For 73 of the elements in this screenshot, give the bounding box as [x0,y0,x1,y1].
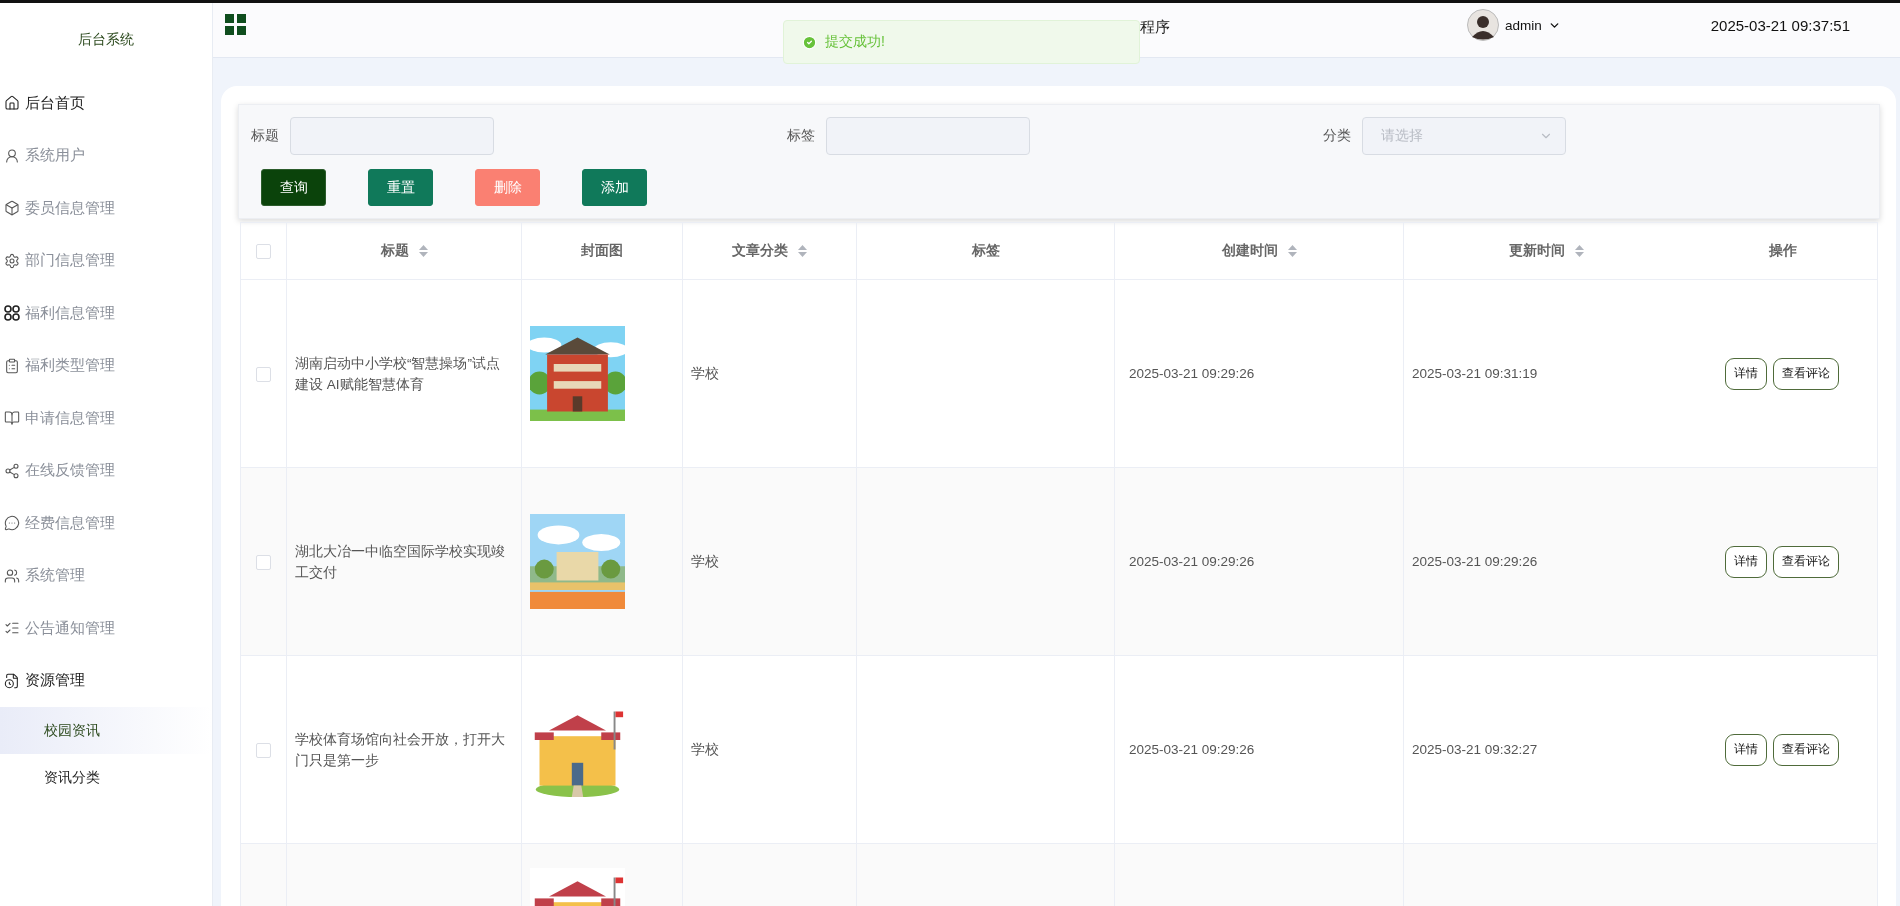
sort-icon[interactable] [418,245,428,257]
field-label: 标题 [251,127,279,145]
table-cell: 2025-03-21 09:32:27 [1412,742,1538,757]
cube-icon [4,200,20,217]
table-cell: 2025-03-21 09:29:26 [1129,742,1255,757]
column-header: 标签 [971,242,1000,260]
row-button[interactable]: 详情 [1725,545,1767,578]
document-icon [4,672,20,689]
toast: 提交成功! [783,20,1140,64]
table-cell: 2025-03-21 09:29:26 [1129,554,1255,569]
sort-icon[interactable] [1287,245,1297,257]
sidebar-item[interactable]: 委员信息管理 [0,182,212,235]
action-button[interactable]: 查询 [261,169,326,206]
users-icon [4,567,20,584]
checkbox[interactable] [256,366,271,382]
table-cell: 湖南启动中小学校“智慧操场”试点建设 AI赋能智慧体育 [295,355,500,392]
sidebar-item[interactable]: 系统用户 [0,129,212,182]
row-button[interactable]: 查看评论 [1773,357,1839,390]
check-icon [802,34,817,50]
table-cell: 2025-03-21 09:29:26 [1129,366,1255,381]
menu-icon[interactable] [225,13,246,35]
sidebar-item[interactable]: 资源管理 [0,654,212,707]
table-cell: 学校 [691,742,719,757]
input-field[interactable] [290,117,494,155]
column-header[interactable]: 文章分类 [732,242,788,260]
sidebar-item[interactable]: 福利信息管理 [0,287,212,340]
sidebar-item[interactable]: 在线反馈管理 [0,444,212,497]
column-header[interactable]: 创建时间 [1221,242,1278,260]
submenu-item[interactable]: 资讯分类 [0,754,212,801]
book-icon [4,410,20,427]
table-cell: 湖北大冶一中临空国际学校实现竣工交付 [295,543,505,580]
settings-icon [4,252,20,269]
clipboard-icon [4,357,20,374]
sidebar-item[interactable]: 经费信息管理 [0,497,212,550]
grid-icon [4,305,20,322]
column-header: 操作 [1769,242,1798,260]
share-icon [4,462,20,479]
user-menu[interactable]: admin [1466,9,1561,41]
sidebar-title: 后台系统 [77,30,135,49]
row-button[interactable]: 详情 [1725,733,1767,766]
input-field[interactable] [826,117,1030,155]
avatar [1466,9,1499,41]
table-cell: 学校体育场馆向社会开放，打开大门只是第一步 [295,731,505,768]
header-title: 程序 [1140,17,1170,37]
row-button[interactable]: 查看评论 [1773,545,1839,578]
checkbox[interactable] [256,742,271,758]
sort-icon[interactable] [798,245,807,257]
sidebar-item[interactable]: 部门信息管理 [0,234,212,287]
column-header[interactable]: 更新时间 [1509,242,1566,260]
checkbox[interactable] [256,243,271,259]
checkbox[interactable] [256,554,271,570]
action-button[interactable]: 重置 [368,169,433,206]
sidebar-item[interactable]: 申请信息管理 [0,392,212,445]
row-button[interactable]: 详情 [1725,357,1767,390]
row-button[interactable]: 查看评论 [1773,733,1839,766]
home-icon [4,95,20,112]
column-header: 封面图 [581,242,623,260]
chat-icon [4,515,20,532]
sidebar-item[interactable]: 福利类型管理 [0,339,212,392]
user-icon [4,147,20,164]
field-label: 标签 [787,127,815,145]
table-cell: 学校 [691,554,719,569]
table-cell: 学校 [691,366,719,381]
field-label: 分类 [1323,127,1351,145]
sidebar-item[interactable]: 系统管理 [0,549,212,602]
sidebar-item[interactable]: 公告通知管理 [0,602,212,655]
action-button[interactable]: 添加 [582,169,647,206]
sidebar-item[interactable]: 后台首页 [0,77,212,130]
sort-icon[interactable] [1575,245,1585,257]
table-cell: 2025-03-21 09:31:19 [1412,366,1538,381]
table-cell: 2025-03-21 09:29:26 [1412,554,1538,569]
clock: 2025-03-21 09:37:51 [1710,16,1850,34]
column-header[interactable]: 标题 [380,242,409,260]
